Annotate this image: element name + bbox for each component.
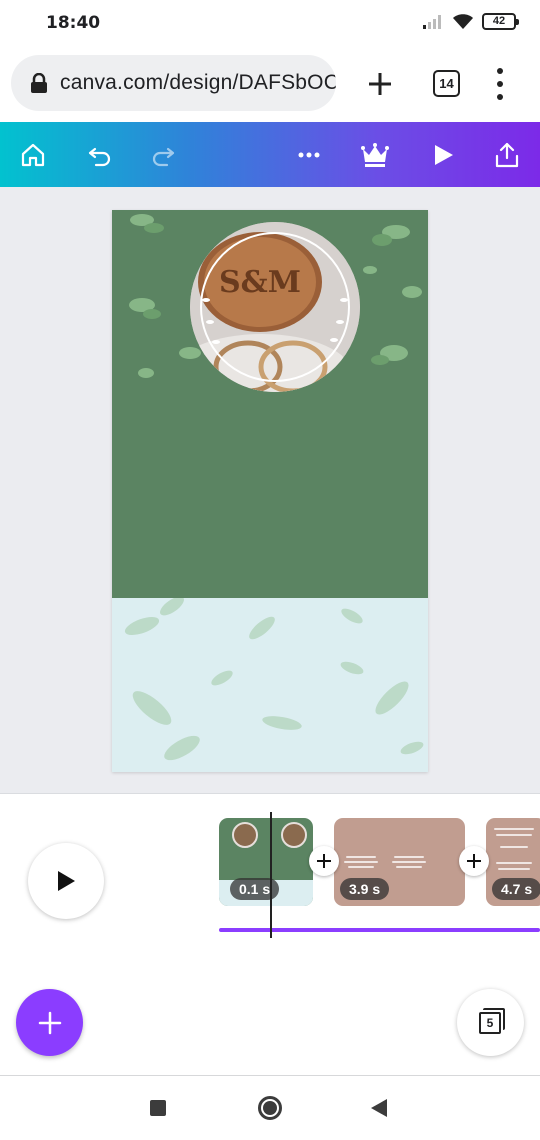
share-icon[interactable] [491,139,523,171]
browser-bar: canva.com/design/DAFSbOC( 14 [0,48,540,122]
plus-icon [38,1011,61,1034]
url-bar[interactable]: canva.com/design/DAFSbOC( [11,55,336,111]
rings-photo: S&M [190,222,360,392]
undo-icon[interactable] [84,139,116,171]
back-triangle-icon[interactable] [371,1099,387,1117]
leaves-decoration [124,596,424,761]
page-count: 5 [479,1012,501,1034]
add-element-button[interactable] [16,989,83,1056]
new-tab-plus-icon[interactable] [364,68,396,100]
more-vert-icon[interactable] [494,68,506,100]
timeline-play-button[interactable] [28,843,104,919]
plus-icon [317,854,331,868]
status-time: 18:40 [46,13,101,33]
page-mint-section [112,596,428,772]
clip-thumb-circle [232,822,258,848]
design-page[interactable]: S&M [112,210,428,772]
crown-icon[interactable] [359,139,391,171]
page-green-section: S&M [112,210,428,598]
add-transition-button[interactable] [309,846,339,876]
url-text[interactable]: canva.com/design/DAFSbOC( [60,71,336,95]
clip-duration: 4.7 s [492,878,540,900]
timeline-panel: 0.1 s 3.9 s 4.7 s 5 [0,793,540,1075]
status-bar: 18:40 42 [0,0,540,48]
system-nav-bar [0,1075,540,1140]
status-icons: 42 [422,12,519,30]
signal-icon [423,15,441,29]
play-triangle-icon [58,871,75,891]
wifi-icon [453,14,473,29]
plus-icon [467,854,481,868]
couple-photo[interactable]: S&M [190,222,360,392]
home-circle-icon[interactable] [258,1096,282,1120]
recents-square-icon[interactable] [150,1100,166,1116]
redo-icon[interactable] [147,139,179,171]
clip-thumb-circle [281,822,307,848]
timeline-track-bar [219,928,540,932]
timeline-clip-3[interactable]: 4.7 s [486,818,540,906]
pages-button[interactable]: 5 [457,989,524,1056]
more-icon[interactable] [293,139,325,171]
canva-toolbar [0,122,540,187]
timeline-clip-2[interactable]: 3.9 s [334,818,465,906]
monogram-text: S&M [219,265,301,300]
battery-icon: 42 [482,12,519,30]
add-transition-button[interactable] [459,846,489,876]
timeline-clip-1[interactable]: 0.1 s [219,818,313,906]
tabs-icon[interactable]: 14 [433,70,460,97]
playhead[interactable] [270,812,272,938]
lock-icon[interactable] [30,73,48,93]
clip-duration: 3.9 s [340,878,390,900]
canvas-area: S&M [0,187,540,793]
home-icon[interactable] [17,139,49,171]
play-icon[interactable] [427,139,459,171]
